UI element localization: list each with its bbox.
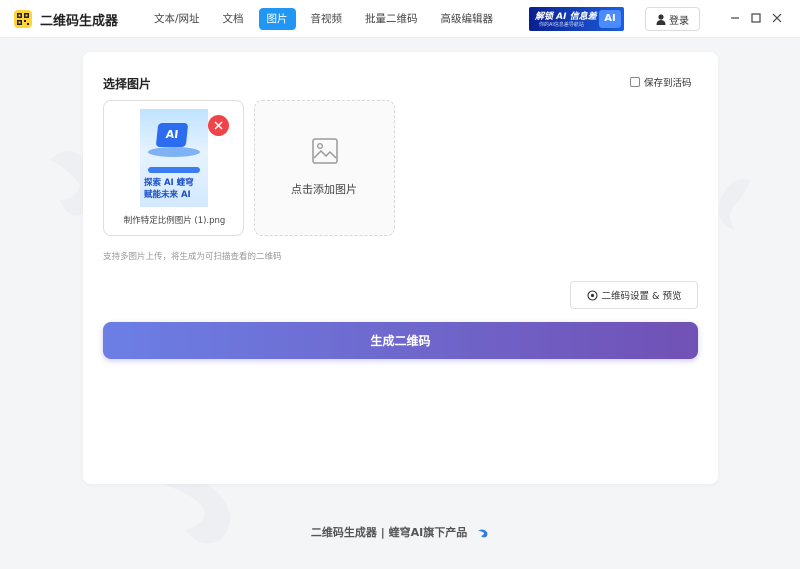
nav-text-url[interactable]: 文本/网址: [146, 8, 208, 30]
banner-subtitle: 你的AI信息差导航站: [539, 22, 584, 28]
nav-advanced-editor[interactable]: 高级编辑器: [433, 8, 502, 30]
nav-image[interactable]: 图片: [258, 8, 296, 30]
app-title: 二维码生成器: [40, 14, 119, 29]
ai-promo-banner[interactable]: 解锁 AI 信息差 你的AI信息差导航站 AI: [529, 7, 624, 31]
nav-audio-video[interactable]: 音视频: [303, 8, 351, 30]
upload-hint: 支持多图片上传，将生成为可扫描查看的二维码: [103, 252, 282, 262]
nav-batch-qr[interactable]: 批量二维码: [357, 8, 426, 30]
add-image-label: 点击添加图片: [291, 183, 357, 196]
add-image-button[interactable]: 点击添加图片: [254, 100, 395, 236]
main-card: 选择图片 保存到活码 AI 探索 AI 蝰穹 赋能未来 AI 制作特定比例图片 …: [83, 52, 718, 484]
file-name: 制作特定比例图片 (1).png: [123, 216, 226, 226]
settings-button-label: 二维码设置 & 预览: [601, 291, 682, 302]
user-icon: [656, 13, 666, 25]
gear-icon: [586, 289, 598, 301]
maximize-icon[interactable]: [750, 12, 762, 24]
preview-platform: [148, 147, 200, 157]
preview-tag: [148, 167, 200, 173]
close-icon: [214, 121, 223, 130]
preview-line-1: 探索 AI 蝰穹: [144, 178, 194, 188]
save-to-code-option[interactable]: 保存到活码: [630, 75, 692, 89]
preview-line-2: 赋能未来 AI: [144, 190, 191, 200]
save-to-code-label: 保存到活码: [644, 78, 692, 89]
preview-ai-badge: AI: [155, 123, 189, 147]
qr-settings-preview-button[interactable]: 二维码设置 & 预览: [570, 281, 698, 309]
footer: 二维码生成器 | 蝰穹AI旗下产品: [0, 524, 800, 540]
login-label: 登录: [669, 15, 689, 27]
image-icon: [312, 138, 338, 164]
uploaded-image-card[interactable]: AI 探索 AI 蝰穹 赋能未来 AI 制作特定比例图片 (1).png: [103, 100, 244, 236]
banner-ai-badge: AI: [599, 10, 621, 28]
minimize-icon[interactable]: [729, 12, 741, 24]
generate-qr-button[interactable]: 生成二维码: [103, 322, 698, 359]
login-button[interactable]: 登录: [645, 7, 700, 31]
remove-image-button[interactable]: [208, 115, 229, 136]
save-to-code-checkbox[interactable]: [630, 77, 640, 87]
section-title: 选择图片: [103, 77, 152, 91]
qr-logo-icon: [14, 10, 32, 28]
top-bar: 二维码生成器 文本/网址 文档 图片 音视频 批量二维码 高级编辑器 解锁 AI…: [0, 0, 800, 38]
close-icon[interactable]: [771, 12, 783, 24]
whale-logo-icon: [478, 529, 488, 538]
image-preview: AI 探索 AI 蝰穹 赋能未来 AI: [140, 109, 208, 207]
nav-document[interactable]: 文档: [215, 8, 252, 30]
footer-text: 二维码生成器 | 蝰穹AI旗下产品: [310, 526, 468, 539]
main-nav: 文本/网址 文档 图片 音视频 批量二维码 高级编辑器: [146, 8, 508, 30]
